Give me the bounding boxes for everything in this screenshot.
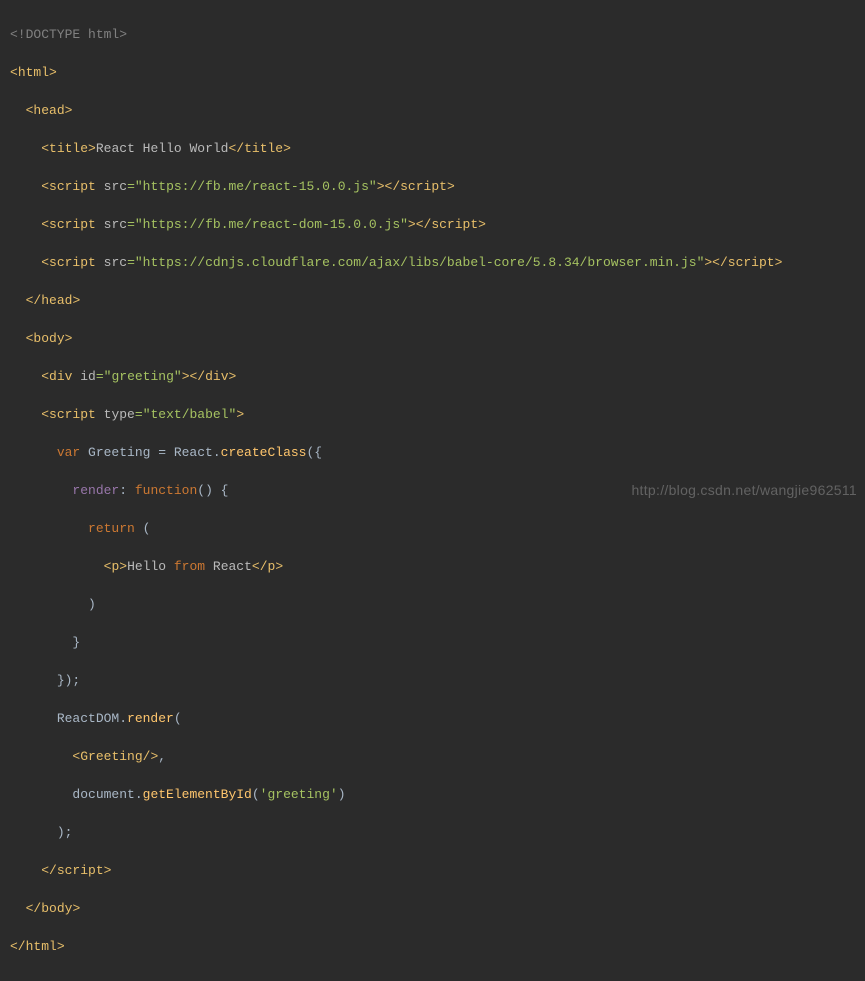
code-line: <script src="https://fb.me/react-15.0.0.…	[10, 177, 855, 196]
code-line: <script src="https://cdnjs.cloudflare.co…	[10, 253, 855, 272]
code-line: </head>	[10, 291, 855, 310]
code-line: document.getElementById('greeting')	[10, 785, 855, 804]
code-line: );	[10, 823, 855, 842]
code-line: <script src="https://fb.me/react-dom-15.…	[10, 215, 855, 234]
code-line: <title>React Hello World</title>	[10, 139, 855, 158]
code-line: }	[10, 633, 855, 652]
code-line: });	[10, 671, 855, 690]
code-line: <body>	[10, 329, 855, 348]
code-line: </body>	[10, 899, 855, 918]
code-line: <head>	[10, 101, 855, 120]
code-line: </html>	[10, 937, 855, 956]
code-line: <html>	[10, 63, 855, 82]
code-line: ReactDOM.render(	[10, 709, 855, 728]
code-line: return (	[10, 519, 855, 538]
code-line: <!DOCTYPE html>	[10, 25, 855, 44]
code-line: var Greeting = React.createClass({	[10, 443, 855, 462]
code-line: </script>	[10, 861, 855, 880]
code-line: )	[10, 595, 855, 614]
code-line: <script type="text/babel">	[10, 405, 855, 424]
code-line: <Greeting/>,	[10, 747, 855, 766]
code-line: <p>Hello from React</p>	[10, 557, 855, 576]
code-line: <div id="greeting"></div>	[10, 367, 855, 386]
watermark-text: http://blog.csdn.net/wangjie962511	[631, 481, 857, 500]
doctype: <!DOCTYPE html>	[10, 27, 127, 42]
